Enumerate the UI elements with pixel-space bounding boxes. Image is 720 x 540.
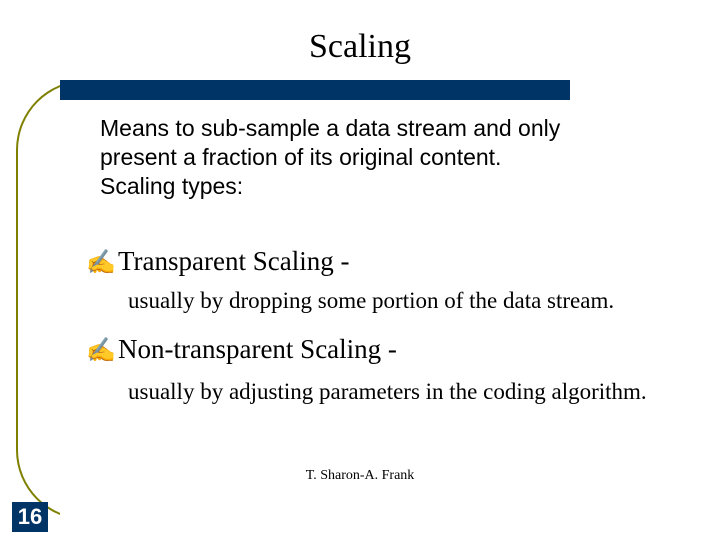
intro-text: Means to sub-sample a data stream and on… [100,114,570,200]
bullet-2: ✍Non-transparent Scaling - [86,334,397,365]
hand-icon: ✍ [86,248,118,277]
slide: Scaling Means to sub-sample a data strea… [0,0,720,540]
footer-text: T. Sharon-A. Frank [0,468,720,484]
hand-icon: ✍ [86,336,118,365]
slide-title: Scaling [0,28,720,66]
bullet-1-heading: Transparent Scaling - [118,246,349,276]
accent-bar [60,80,570,100]
slide-number: 16 [12,502,48,532]
bullet-2-heading: Non-transparent Scaling - [118,334,397,364]
bullet-1-sub: usually by dropping some portion of the … [128,288,720,314]
bullet-2-sub: usually by adjusting parameters in the c… [128,378,648,407]
bullet-1: ✍Transparent Scaling - [86,246,349,277]
intro-line: Means to sub-sample a data stream and on… [100,115,560,199]
